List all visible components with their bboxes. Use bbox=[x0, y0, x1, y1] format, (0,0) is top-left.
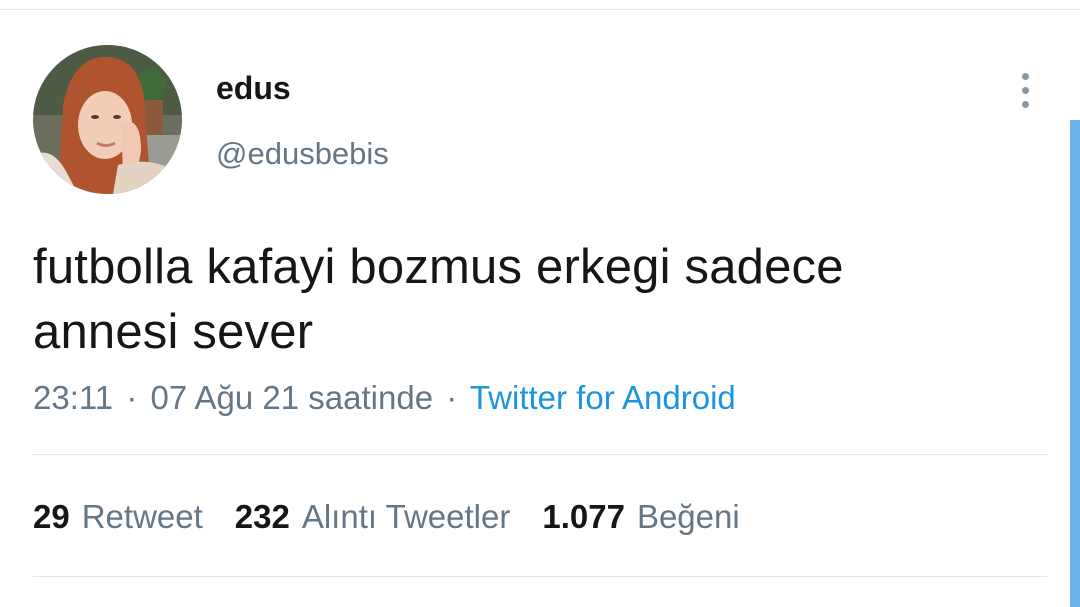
tweet-time[interactable]: 23:11 bbox=[33, 379, 113, 416]
tweet-detail-page: edus @edusbebis futbolla kafayi bozmus e… bbox=[0, 0, 1080, 607]
likes-count: 1.077 bbox=[542, 498, 625, 535]
more-vertical-icon bbox=[1021, 86, 1029, 94]
more-vertical-icon bbox=[1021, 100, 1029, 108]
avatar[interactable] bbox=[33, 45, 182, 194]
section-divider bbox=[33, 576, 1047, 577]
author-handle[interactable]: @edusbebis bbox=[216, 136, 389, 172]
meta-separator: · bbox=[446, 379, 458, 416]
quote-tweets-stat[interactable]: 232 Alıntı Tweetler bbox=[235, 497, 511, 537]
quote-tweets-count: 232 bbox=[234, 498, 290, 535]
more-options-button[interactable] bbox=[1010, 70, 1040, 110]
likes-label: Beğeni bbox=[636, 498, 740, 535]
retweets-count: 29 bbox=[33, 498, 70, 535]
tweet-date[interactable]: 07 Ağu 21 saatinde bbox=[150, 379, 433, 416]
tweet-metadata: 23:11 · 07 Ağu 21 saatinde · Twitter for… bbox=[33, 378, 736, 418]
meta-separator: · bbox=[126, 379, 138, 416]
retweets-label: Retweet bbox=[81, 498, 203, 535]
likes-stat[interactable]: 1.077 Beğeni bbox=[542, 497, 739, 537]
tweet-stats: 29 Retweet 232 Alıntı Tweetler 1.077 Beğeni bbox=[33, 497, 740, 537]
tweet-text-line: futbolla kafayi bozmus erkegi sadece bbox=[33, 240, 844, 294]
tweet-text: futbolla kafayi bozmus erkegi sadece ann… bbox=[33, 235, 993, 365]
top-divider bbox=[0, 9, 1080, 10]
retweets-stat[interactable]: 29 Retweet bbox=[33, 497, 203, 537]
section-divider bbox=[33, 454, 1047, 455]
more-vertical-icon bbox=[1021, 72, 1029, 80]
profile-photo-icon bbox=[33, 45, 182, 194]
tweet-source-link[interactable]: Twitter for Android bbox=[470, 379, 736, 416]
tweet-text-line: annesi sever bbox=[33, 305, 314, 359]
scrollbar[interactable] bbox=[1070, 120, 1080, 607]
quote-tweets-label: Alıntı Tweetler bbox=[301, 498, 511, 535]
author-display-name[interactable]: edus bbox=[216, 70, 291, 106]
